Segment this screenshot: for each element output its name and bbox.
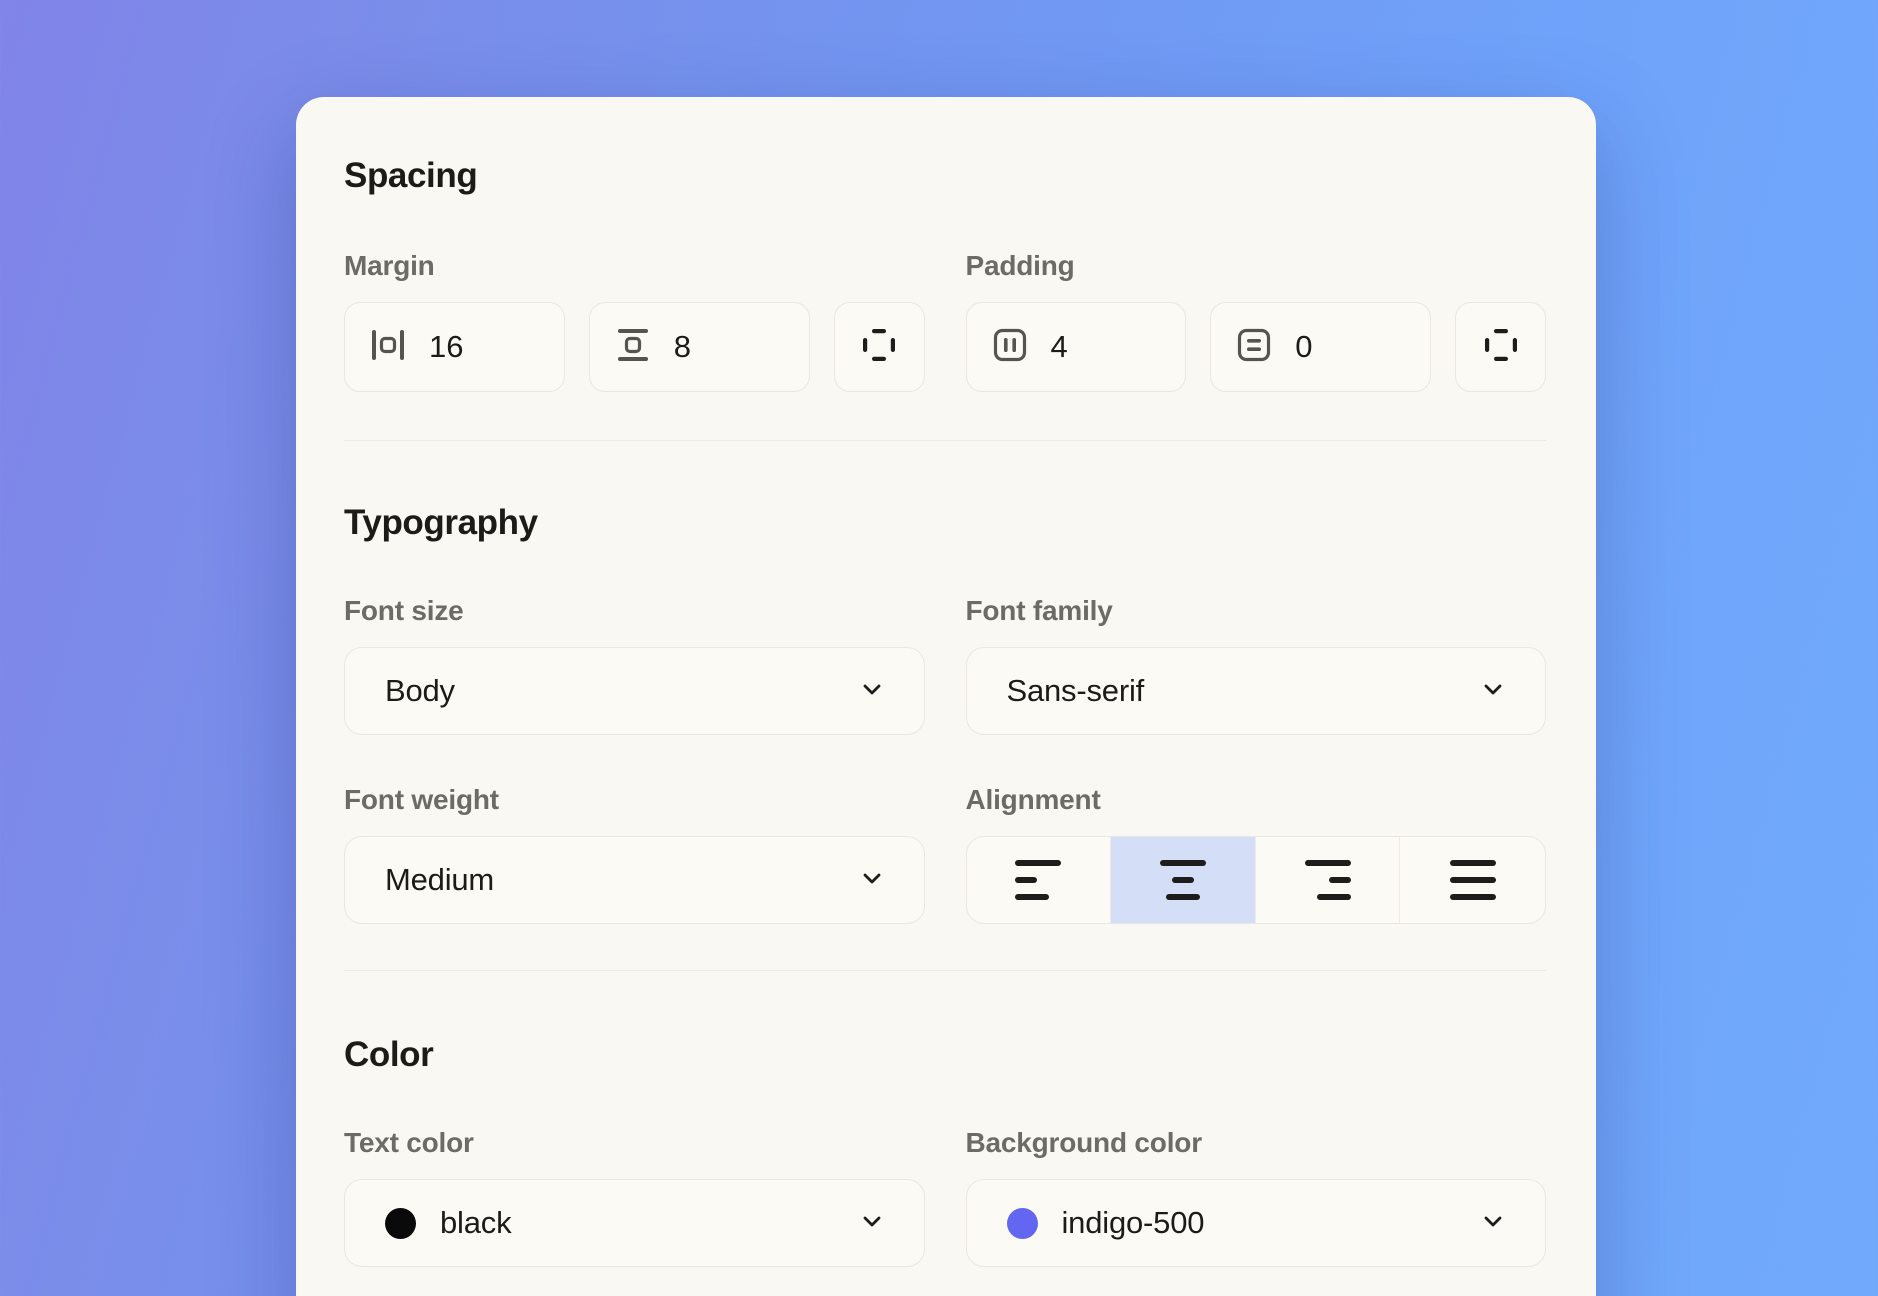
- color-section-title: Color: [344, 1035, 1546, 1075]
- font-family-value: Sans-serif: [1007, 673, 1480, 709]
- background-color-dropdown[interactable]: indigo-500: [966, 1179, 1547, 1267]
- text-color-value: black: [440, 1205, 858, 1241]
- align-center-icon: [1160, 860, 1206, 900]
- font-size-label: Font size: [344, 595, 925, 627]
- font-family-group: Font family Sans-serif: [966, 595, 1547, 735]
- padding-label: Padding: [966, 250, 1547, 282]
- section-divider: [344, 970, 1546, 971]
- margin-individual-sides-icon: [860, 326, 898, 369]
- font-weight-group: Font weight Medium: [344, 784, 925, 924]
- font-size-dropdown[interactable]: Body: [344, 647, 925, 735]
- margin-horizontal-icon: [369, 326, 407, 369]
- padding-group: Padding 4: [966, 250, 1547, 392]
- margin-vertical-value: 8: [674, 329, 691, 365]
- padding-vertical-value: 0: [1295, 329, 1312, 365]
- font-family-label: Font family: [966, 595, 1547, 627]
- margin-vertical-icon: [614, 326, 652, 369]
- alignment-segmented-control: [966, 836, 1547, 924]
- style-inspector-panel: Spacing Margin 16: [296, 97, 1596, 1296]
- alignment-label: Alignment: [966, 784, 1547, 816]
- margin-label: Margin: [344, 250, 925, 282]
- chevron-down-icon: [1479, 675, 1507, 708]
- margin-vertical-input[interactable]: 8: [589, 302, 810, 392]
- spacing-section-title: Spacing: [344, 156, 1546, 196]
- section-divider: [344, 440, 1546, 441]
- text-color-group: Text color black: [344, 1127, 925, 1267]
- chevron-down-icon: [858, 864, 886, 897]
- text-color-dropdown[interactable]: black: [344, 1179, 925, 1267]
- alignment-group: Alignment: [966, 784, 1547, 924]
- padding-individual-sides-button[interactable]: [1455, 302, 1546, 392]
- background-color-group: Background color indigo-500: [966, 1127, 1547, 1267]
- align-right-button[interactable]: [1256, 837, 1401, 923]
- padding-individual-sides-icon: [1482, 326, 1520, 369]
- align-justify-icon: [1450, 860, 1496, 900]
- font-size-group: Font size Body: [344, 595, 925, 735]
- chevron-down-icon: [858, 675, 886, 708]
- background-color-value: indigo-500: [1062, 1205, 1480, 1241]
- font-weight-label: Font weight: [344, 784, 925, 816]
- typography-section-title: Typography: [344, 503, 1546, 543]
- text-color-swatch: [385, 1208, 416, 1239]
- chevron-down-icon: [1479, 1207, 1507, 1240]
- margin-horizontal-value: 16: [429, 329, 463, 365]
- padding-vertical-input[interactable]: 0: [1210, 302, 1431, 392]
- background-color-label: Background color: [966, 1127, 1547, 1159]
- align-left-button[interactable]: [967, 837, 1112, 923]
- align-left-icon: [1015, 860, 1061, 900]
- background-color-swatch: [1007, 1208, 1038, 1239]
- font-family-dropdown[interactable]: Sans-serif: [966, 647, 1547, 735]
- padding-horizontal-icon: [991, 326, 1029, 369]
- font-weight-dropdown[interactable]: Medium: [344, 836, 925, 924]
- margin-group: Margin 16: [344, 250, 925, 392]
- padding-horizontal-value: 4: [1051, 329, 1068, 365]
- padding-vertical-icon: [1235, 326, 1273, 369]
- margin-horizontal-input[interactable]: 16: [344, 302, 565, 392]
- padding-horizontal-input[interactable]: 4: [966, 302, 1187, 392]
- chevron-down-icon: [858, 1207, 886, 1240]
- text-color-label: Text color: [344, 1127, 925, 1159]
- align-justify-button[interactable]: [1400, 837, 1545, 923]
- font-weight-value: Medium: [385, 862, 858, 898]
- align-center-button[interactable]: [1111, 837, 1256, 923]
- align-right-icon: [1305, 860, 1351, 900]
- margin-individual-sides-button[interactable]: [834, 302, 925, 392]
- font-size-value: Body: [385, 673, 858, 709]
